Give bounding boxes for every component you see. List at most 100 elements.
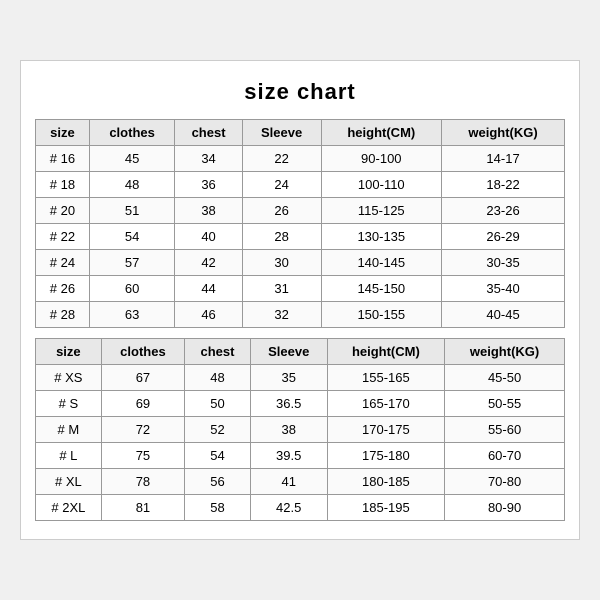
table-cell: 60 (89, 276, 175, 302)
table-cell: 14-17 (442, 146, 565, 172)
size-chart-card: size chart sizeclotheschestSleeveheight(… (20, 60, 580, 540)
table-row: # 20513826115-12523-26 (36, 198, 565, 224)
table-cell: # XL (36, 469, 102, 495)
table-cell: 54 (89, 224, 175, 250)
table-cell: 24 (242, 172, 321, 198)
table-cell: 90-100 (321, 146, 442, 172)
table-cell: 57 (89, 250, 175, 276)
column-header: size (36, 339, 102, 365)
table-cell: 60-70 (445, 443, 565, 469)
table-cell: 18-22 (442, 172, 565, 198)
table-cell: 42 (175, 250, 242, 276)
column-header: size (36, 120, 90, 146)
table-cell: 155-165 (327, 365, 445, 391)
table-cell: 36.5 (250, 391, 327, 417)
table-cell: 40-45 (442, 302, 565, 328)
table-cell: 30-35 (442, 250, 565, 276)
table-row: # 24574230140-14530-35 (36, 250, 565, 276)
table-cell: 31 (242, 276, 321, 302)
chart-title: size chart (35, 79, 565, 105)
column-header: Sleeve (242, 120, 321, 146)
table-row: # 1645342290-10014-17 (36, 146, 565, 172)
table-cell: 72 (101, 417, 184, 443)
table-cell: # L (36, 443, 102, 469)
table-cell: 78 (101, 469, 184, 495)
table-row: # XS674835155-16545-50 (36, 365, 565, 391)
column-header: chest (175, 120, 242, 146)
table-cell: 52 (185, 417, 251, 443)
table-cell: 185-195 (327, 495, 445, 521)
table-cell: 51 (89, 198, 175, 224)
table-cell: 50-55 (445, 391, 565, 417)
table-cell: 145-150 (321, 276, 442, 302)
table-cell: 38 (175, 198, 242, 224)
table-cell: 75 (101, 443, 184, 469)
table-cell: 38 (250, 417, 327, 443)
table-row: # 18483624100-11018-22 (36, 172, 565, 198)
table-cell: 115-125 (321, 198, 442, 224)
table-cell: 70-80 (445, 469, 565, 495)
table-cell: # 28 (36, 302, 90, 328)
table-cell: 150-155 (321, 302, 442, 328)
table-cell: 36 (175, 172, 242, 198)
table-cell: 35-40 (442, 276, 565, 302)
size-table-1: sizeclotheschestSleeveheight(CM)weight(K… (35, 119, 565, 328)
table-cell: 46 (175, 302, 242, 328)
column-header: weight(KG) (442, 120, 565, 146)
table-row: # 28634632150-15540-45 (36, 302, 565, 328)
table-cell: # 24 (36, 250, 90, 276)
table-cell: # 26 (36, 276, 90, 302)
table-cell: # 16 (36, 146, 90, 172)
table-cell: 48 (185, 365, 251, 391)
table-cell: 32 (242, 302, 321, 328)
table-cell: 39.5 (250, 443, 327, 469)
table-cell: 54 (185, 443, 251, 469)
column-header: height(CM) (321, 120, 442, 146)
table-cell: 165-170 (327, 391, 445, 417)
column-header: height(CM) (327, 339, 445, 365)
table-cell: 42.5 (250, 495, 327, 521)
table-cell: 30 (242, 250, 321, 276)
table-cell: 23-26 (442, 198, 565, 224)
table-cell: # 22 (36, 224, 90, 250)
column-header: chest (185, 339, 251, 365)
table-cell: 50 (185, 391, 251, 417)
table-row: # L755439.5175-18060-70 (36, 443, 565, 469)
table-cell: 26-29 (442, 224, 565, 250)
table-cell: 58 (185, 495, 251, 521)
table-cell: # 18 (36, 172, 90, 198)
table-cell: 67 (101, 365, 184, 391)
table-cell: 44 (175, 276, 242, 302)
table-cell: 81 (101, 495, 184, 521)
table-cell: 45 (89, 146, 175, 172)
table-cell: 56 (185, 469, 251, 495)
table-cell: 35 (250, 365, 327, 391)
table-cell: # S (36, 391, 102, 417)
table-cell: 140-145 (321, 250, 442, 276)
table-cell: 48 (89, 172, 175, 198)
table-row: # 2XL815842.5185-19580-90 (36, 495, 565, 521)
column-header: Sleeve (250, 339, 327, 365)
table-cell: # 2XL (36, 495, 102, 521)
table-cell: # 20 (36, 198, 90, 224)
table-cell: 40 (175, 224, 242, 250)
table-cell: 22 (242, 146, 321, 172)
column-header: clothes (101, 339, 184, 365)
table-cell: # M (36, 417, 102, 443)
table-row: # 26604431145-15035-40 (36, 276, 565, 302)
table-cell: 69 (101, 391, 184, 417)
table-cell: 41 (250, 469, 327, 495)
table-cell: 130-135 (321, 224, 442, 250)
table-cell: 170-175 (327, 417, 445, 443)
table-row: # 22544028130-13526-29 (36, 224, 565, 250)
table-row: # M725238170-17555-60 (36, 417, 565, 443)
table-cell: 26 (242, 198, 321, 224)
table-cell: 63 (89, 302, 175, 328)
table-cell: 180-185 (327, 469, 445, 495)
table-cell: # XS (36, 365, 102, 391)
column-header: clothes (89, 120, 175, 146)
table-row: # S695036.5165-17050-55 (36, 391, 565, 417)
size-table-2: sizeclotheschestSleeveheight(CM)weight(K… (35, 338, 565, 521)
column-header: weight(KG) (445, 339, 565, 365)
table-cell: 55-60 (445, 417, 565, 443)
